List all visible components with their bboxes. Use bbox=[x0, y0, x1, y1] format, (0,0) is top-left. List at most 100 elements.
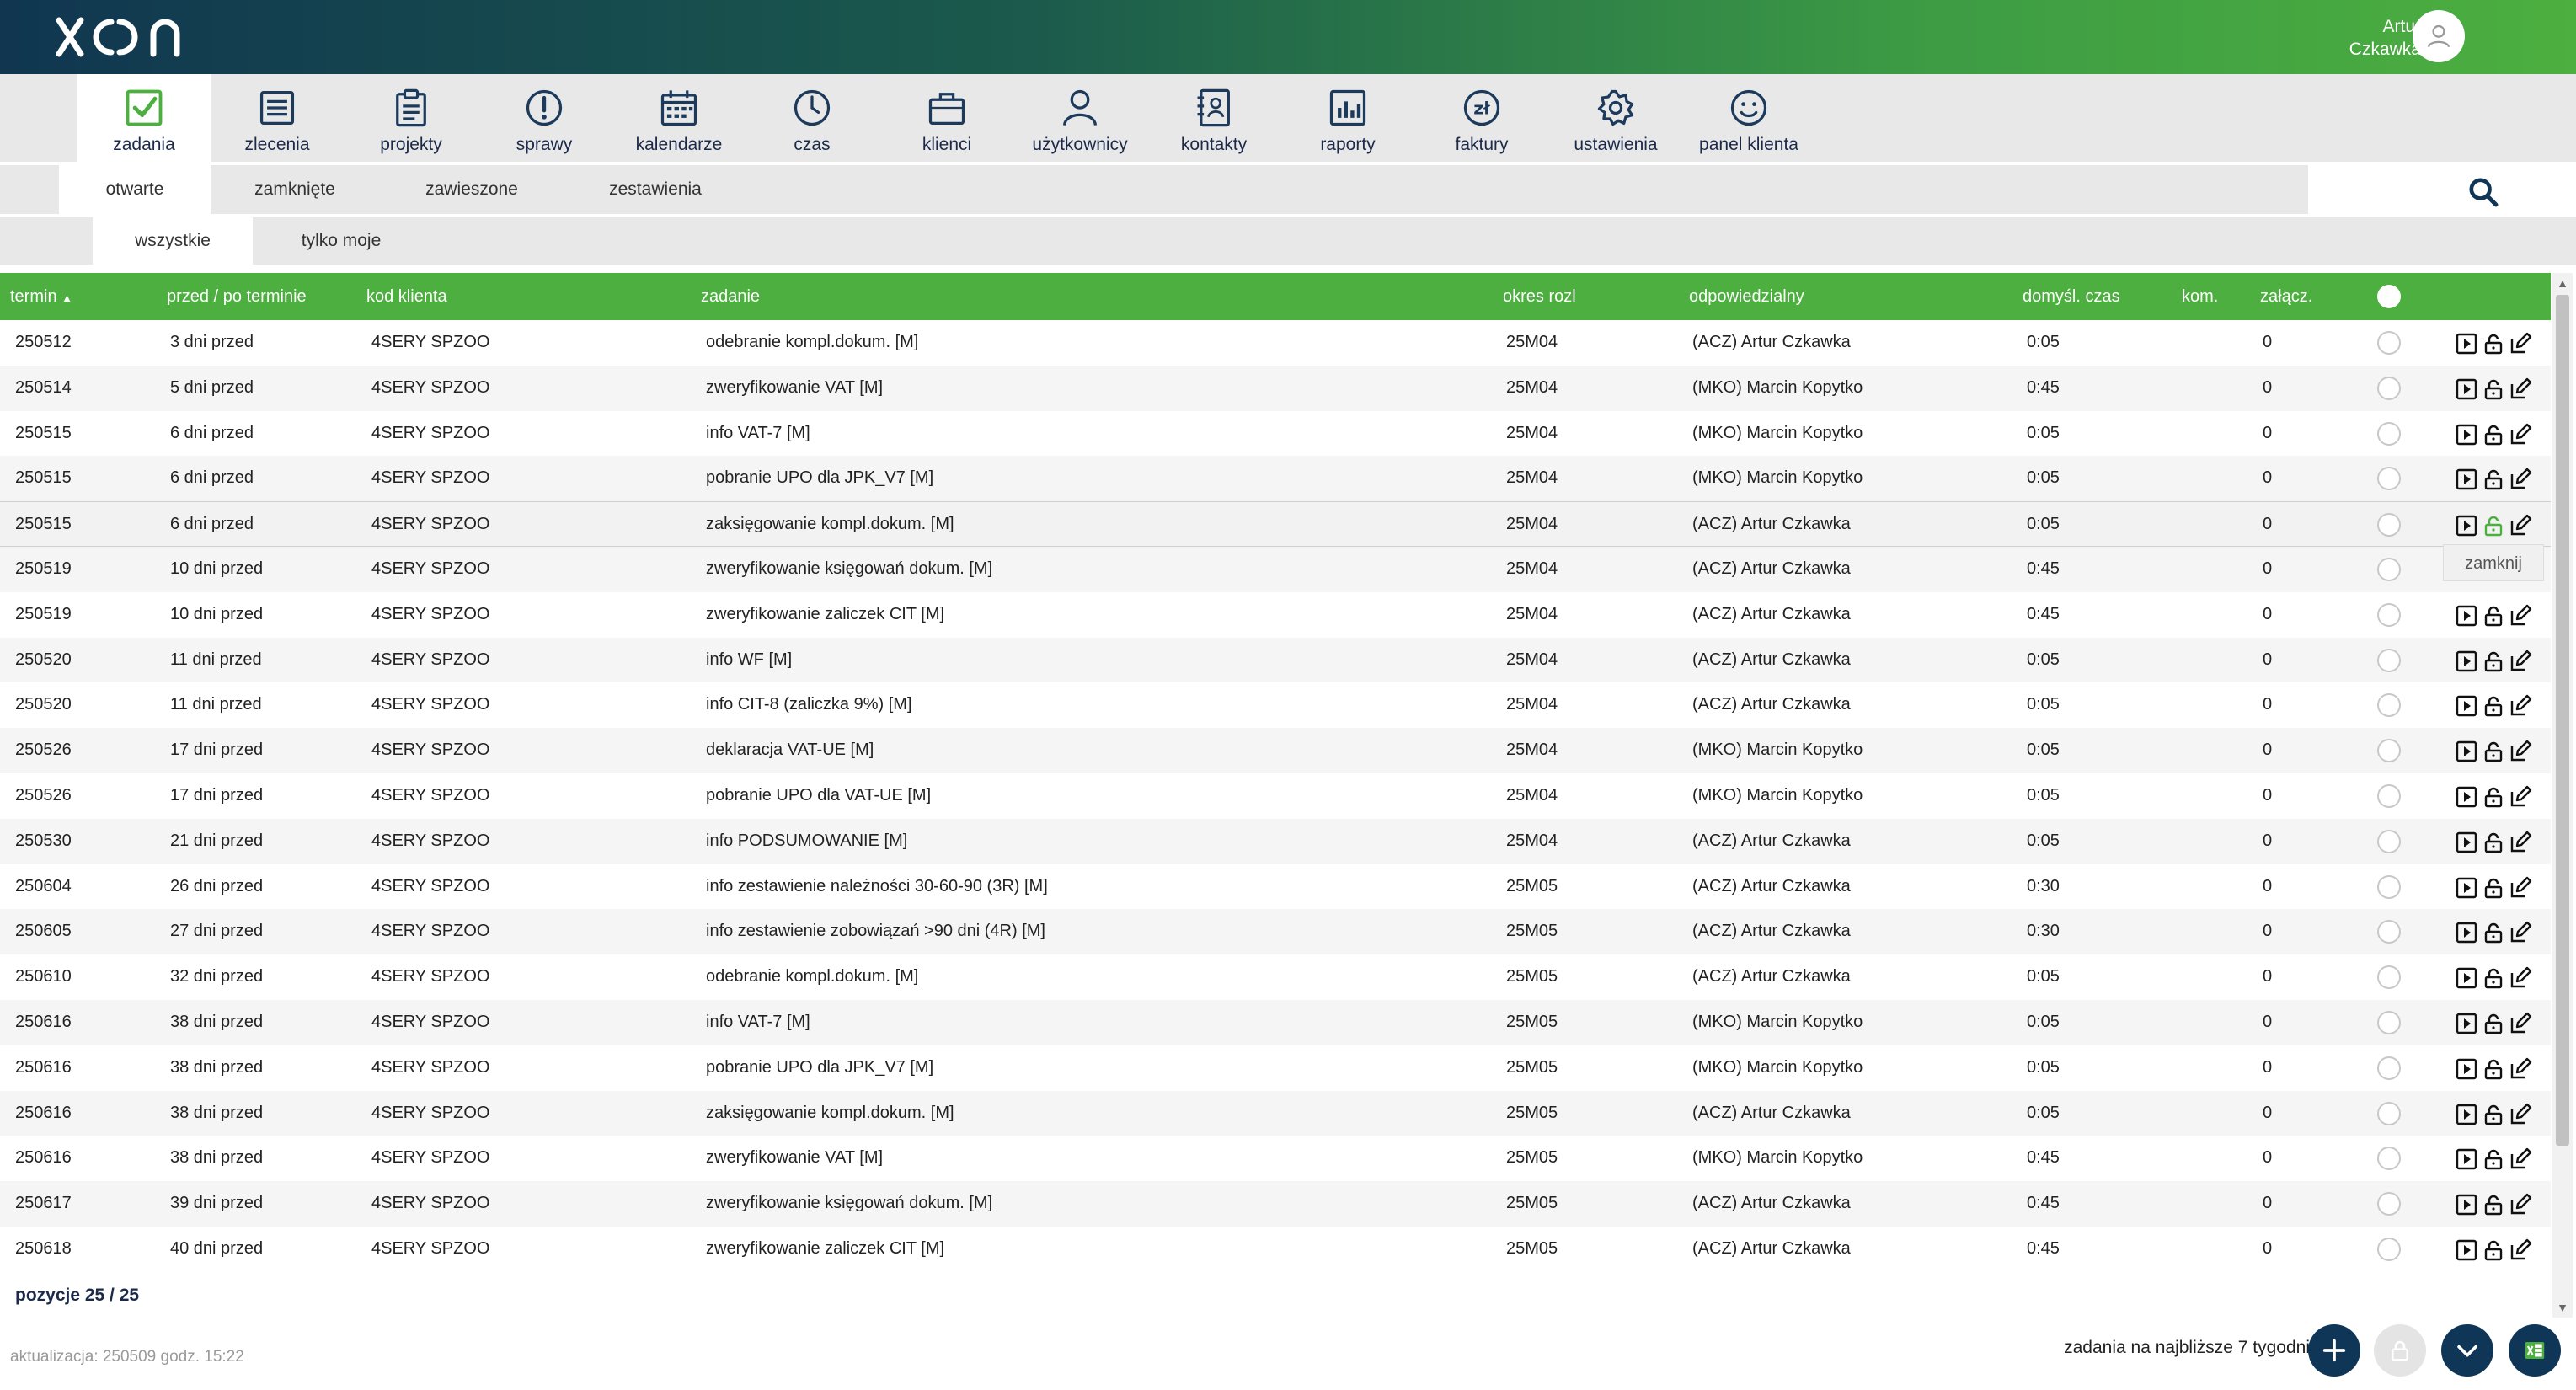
col-zalaczniki[interactable]: załącz. bbox=[2260, 273, 2312, 320]
start-timer-icon[interactable] bbox=[2455, 1057, 2478, 1081]
edit-icon[interactable] bbox=[2509, 921, 2532, 944]
row-select-checkbox[interactable] bbox=[2377, 513, 2401, 537]
close-task-lock-icon[interactable] bbox=[2482, 468, 2505, 491]
row-select-checkbox[interactable] bbox=[2377, 1147, 2401, 1171]
app-logo[interactable] bbox=[52, 12, 204, 62]
start-timer-icon[interactable] bbox=[2455, 1147, 2478, 1171]
edit-icon[interactable] bbox=[2509, 468, 2532, 491]
edit-icon[interactable] bbox=[2509, 514, 2532, 537]
edit-icon[interactable] bbox=[2509, 831, 2532, 854]
start-timer-icon[interactable] bbox=[2455, 1103, 2478, 1126]
edit-icon[interactable] bbox=[2509, 1103, 2532, 1126]
col-kod-klienta[interactable]: kod klienta bbox=[366, 273, 447, 320]
start-timer-icon[interactable] bbox=[2455, 468, 2478, 491]
nav-item-item-3[interactable]: sprawy bbox=[478, 74, 611, 162]
table-row[interactable]: 250520 11 dni przed 4SERY SPZOO info WF [M]… bbox=[0, 637, 2551, 683]
close-task-lock-icon[interactable] bbox=[2482, 423, 2505, 446]
start-timer-icon[interactable] bbox=[2455, 423, 2478, 446]
table-row[interactable]: 250616 38 dni przed 4SERY SPZOO pobranie UP… bbox=[0, 1045, 2551, 1091]
table-row[interactable]: 250526 17 dni przed 4SERY SPZOO deklaracja … bbox=[0, 728, 2551, 773]
nav-item-item-10[interactable]: zł faktury bbox=[1415, 74, 1548, 162]
start-timer-icon[interactable] bbox=[2455, 1238, 2478, 1262]
close-task-lock-icon[interactable] bbox=[2482, 831, 2505, 854]
table-row[interactable]: 250617 39 dni przed 4SERY SPZOO zweryfikowa… bbox=[0, 1181, 2551, 1227]
avatar[interactable] bbox=[2413, 10, 2465, 62]
close-task-lock-icon[interactable] bbox=[2482, 1147, 2505, 1171]
scroll-down-icon[interactable]: ▼ bbox=[2556, 1301, 2569, 1314]
edit-icon[interactable] bbox=[2509, 377, 2532, 401]
tab-zawieszone[interactable]: zawieszone bbox=[396, 165, 548, 214]
start-timer-icon[interactable] bbox=[2455, 604, 2478, 628]
start-timer-icon[interactable] bbox=[2455, 966, 2478, 990]
edit-icon[interactable] bbox=[2509, 1238, 2532, 1262]
search-icon[interactable] bbox=[2466, 175, 2500, 209]
table-row[interactable]: 250515 6 dni przed 4SERY SPZOO zaksięgowani… bbox=[0, 501, 2551, 547]
start-timer-icon[interactable] bbox=[2455, 650, 2478, 673]
row-select-checkbox[interactable] bbox=[2377, 1010, 2401, 1034]
row-select-checkbox[interactable] bbox=[2377, 1101, 2401, 1125]
user-name[interactable]: Artur Czkawka bbox=[2303, 15, 2421, 61]
edit-icon[interactable] bbox=[2509, 966, 2532, 990]
close-task-lock-icon[interactable] bbox=[2482, 1012, 2505, 1035]
table-row[interactable]: 250530 21 dni przed 4SERY SPZOO info PODSUM… bbox=[0, 818, 2551, 864]
tab-wszystkie[interactable]: wszystkie bbox=[93, 217, 253, 265]
nav-item-item-2[interactable]: projekty bbox=[345, 74, 478, 162]
edit-icon[interactable] bbox=[2509, 423, 2532, 446]
row-select-checkbox[interactable] bbox=[2377, 920, 2401, 944]
close-task-lock-icon[interactable] bbox=[2482, 966, 2505, 990]
row-select-checkbox[interactable] bbox=[2377, 331, 2401, 355]
nav-item-item-9[interactable]: raporty bbox=[1281, 74, 1414, 162]
table-row[interactable]: 250605 27 dni przed 4SERY SPZOO info zestaw… bbox=[0, 909, 2551, 955]
close-task-lock-icon[interactable] bbox=[2482, 332, 2505, 356]
start-timer-icon[interactable] bbox=[2455, 332, 2478, 356]
start-timer-icon[interactable] bbox=[2455, 514, 2478, 537]
close-task-lock-icon[interactable] bbox=[2482, 1103, 2505, 1126]
edit-icon[interactable] bbox=[2509, 1057, 2532, 1081]
nav-item-zadania[interactable]: zadania bbox=[77, 74, 211, 162]
close-task-lock-icon[interactable] bbox=[2482, 1057, 2505, 1081]
col-przed[interactable]: przed / po terminie bbox=[167, 273, 307, 320]
table-row[interactable]: 250520 11 dni przed 4SERY SPZOO info CIT-8 … bbox=[0, 682, 2551, 728]
table-row[interactable]: 250604 26 dni przed 4SERY SPZOO info zestaw… bbox=[0, 864, 2551, 910]
col-okres[interactable]: okres rozl bbox=[1503, 273, 1576, 320]
nav-item-item-4[interactable]: kalendarze bbox=[612, 74, 746, 162]
row-select-checkbox[interactable] bbox=[2377, 693, 2401, 718]
table-row[interactable]: 250514 5 dni przed 4SERY SPZOO zweryfikowan… bbox=[0, 365, 2551, 411]
col-czas[interactable]: domyśl. czas bbox=[2023, 273, 2120, 320]
table-row[interactable]: 250616 38 dni przed 4SERY SPZOO info VAT-7 … bbox=[0, 999, 2551, 1045]
row-select-checkbox[interactable] bbox=[2377, 467, 2401, 491]
scrollbar-thumb[interactable] bbox=[2556, 295, 2569, 1146]
row-select-checkbox[interactable] bbox=[2377, 557, 2401, 581]
nav-item-item-6[interactable]: klienci bbox=[880, 74, 1013, 162]
edit-icon[interactable] bbox=[2509, 332, 2532, 356]
col-odpowiedzialny[interactable]: odpowiedzialny bbox=[1689, 273, 1804, 320]
nav-item-item-11[interactable]: ustawienia bbox=[1549, 74, 1682, 162]
row-select-checkbox[interactable] bbox=[2377, 783, 2401, 808]
close-task-lock-icon[interactable] bbox=[2482, 650, 2505, 673]
row-select-checkbox[interactable] bbox=[2377, 421, 2401, 446]
nav-item-item-8[interactable]: kontakty bbox=[1147, 74, 1280, 162]
tab-zestawienia[interactable]: zestawienia bbox=[580, 165, 731, 214]
edit-icon[interactable] bbox=[2509, 604, 2532, 628]
edit-icon[interactable] bbox=[2509, 740, 2532, 763]
add-task-button[interactable] bbox=[2308, 1324, 2360, 1377]
edit-icon[interactable] bbox=[2509, 1012, 2532, 1035]
col-termin[interactable]: termin ▲ bbox=[10, 273, 72, 320]
edit-icon[interactable] bbox=[2509, 694, 2532, 718]
close-task-lock-icon[interactable] bbox=[2482, 377, 2505, 401]
bulk-close-button[interactable] bbox=[2374, 1324, 2426, 1377]
close-task-lock-icon[interactable] bbox=[2482, 876, 2505, 900]
table-row[interactable]: 250618 40 dni przed 4SERY SPZOO zweryfikowa… bbox=[0, 1227, 2551, 1272]
table-row[interactable]: 250616 38 dni przed 4SERY SPZOO zweryfikowa… bbox=[0, 1136, 2551, 1181]
nav-item-item-12[interactable]: panel klienta bbox=[1682, 74, 1815, 162]
export-excel-button[interactable] bbox=[2509, 1324, 2561, 1377]
nav-item-item-1[interactable]: zlecenia bbox=[211, 74, 344, 162]
start-timer-icon[interactable] bbox=[2455, 694, 2478, 718]
start-timer-icon[interactable] bbox=[2455, 876, 2478, 900]
edit-icon[interactable] bbox=[2509, 1193, 2532, 1216]
row-select-checkbox[interactable] bbox=[2377, 1237, 2401, 1261]
table-row[interactable]: 250616 38 dni przed 4SERY SPZOO zaksięgowan… bbox=[0, 1090, 2551, 1136]
select-all-checkbox[interactable] bbox=[2377, 285, 2401, 308]
row-select-checkbox[interactable] bbox=[2377, 739, 2401, 763]
close-task-lock-icon[interactable] bbox=[2482, 514, 2505, 537]
